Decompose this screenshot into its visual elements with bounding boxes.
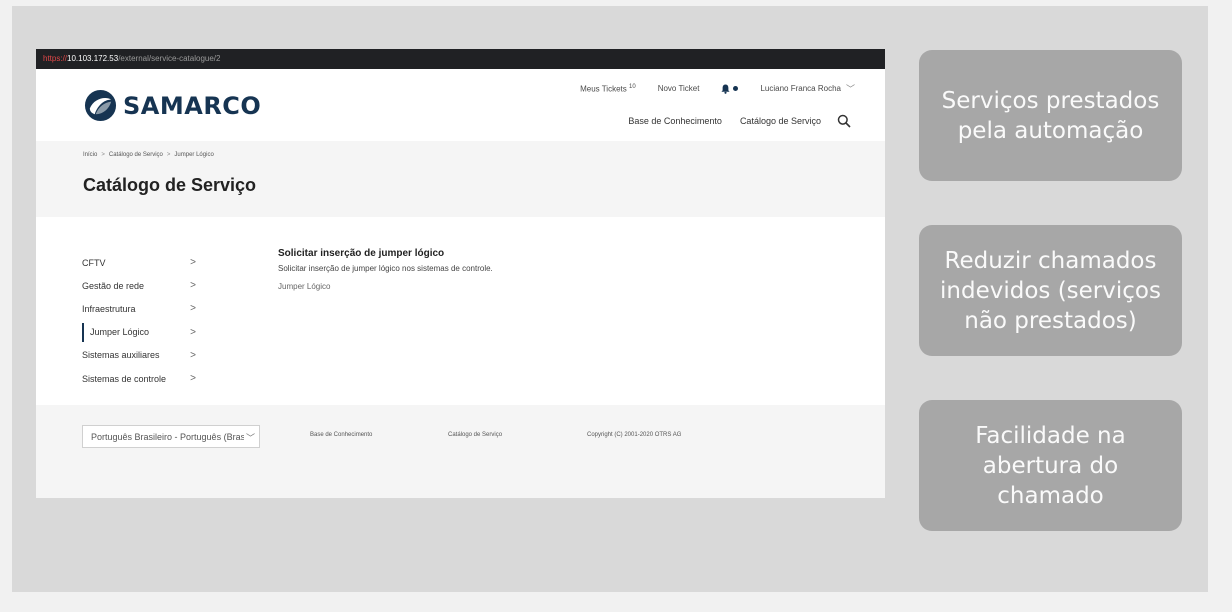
category-list: CFTV > Gestão de rede > Infraestrutura >…: [82, 251, 202, 390]
samarco-logo-icon: [84, 89, 117, 122]
service-title-link[interactable]: Solicitar inserção de jumper lógico: [278, 248, 493, 259]
category-item-sistemas-auxiliares[interactable]: Sistemas auxiliares >: [82, 344, 202, 367]
page-title: Catálogo de Serviço: [83, 175, 257, 195]
callout-facilidade-abertura: Facilidade na abertura do chamado: [919, 400, 1182, 531]
callout-servicos-prestados: Serviços prestados pela automação: [919, 50, 1182, 181]
breadcrumb-current: Jumper Lógico: [174, 152, 214, 158]
site-header: SAMARCO Meus Tickets 10 Novo Ticket Luci…: [36, 69, 885, 141]
category-label: Sistemas de controle: [82, 373, 167, 384]
user-menu[interactable]: Luciano Franca Rocha ﹀: [760, 82, 855, 95]
category-item-infraestrutura[interactable]: Infraestrutura >: [82, 297, 202, 320]
category-label: Gestão de rede: [82, 280, 145, 291]
catalog-content: CFTV > Gestão de rede > Infraestrutura >…: [36, 217, 885, 405]
search-icon[interactable]: [837, 114, 851, 128]
category-label: Infraestrutura: [82, 303, 136, 314]
chevron-down-icon: ﹀: [243, 431, 255, 444]
category-label: CFTV: [82, 257, 106, 268]
my-tickets-count: 10: [629, 83, 636, 90]
category-label: Sistemas auxiliares: [82, 350, 160, 361]
my-tickets-link[interactable]: Meus Tickets 10: [580, 84, 636, 94]
chevron-right-icon: >: [190, 257, 196, 269]
user-name: Luciano Franca Rocha: [760, 84, 841, 93]
notifications-button[interactable]: [721, 84, 739, 94]
address-bar[interactable]: https://10.103.172.53/external/service-c…: [36, 49, 885, 69]
url-host: 10.103.172.53: [67, 54, 119, 63]
top-navigation: Meus Tickets 10 Novo Ticket Luciano Fran…: [558, 82, 855, 95]
breadcrumb-separator: >: [101, 152, 105, 158]
footer-knowledge-base-link[interactable]: Base de Conhecimento: [310, 432, 372, 438]
url-protocol: https://: [43, 54, 68, 63]
url-path: /external/service-catalogue/2: [118, 54, 221, 63]
service-catalog-link[interactable]: Catálogo de Serviço: [740, 116, 821, 126]
chevron-right-icon: >: [190, 349, 196, 361]
chevron-right-icon: >: [190, 326, 196, 338]
knowledge-base-link[interactable]: Base de Conhecimento: [628, 116, 722, 126]
main-navigation: Base de Conhecimento Catálogo de Serviço: [610, 114, 851, 128]
footer-copyright: Copyright (C) 2001-2020 OTRS AG: [587, 432, 682, 438]
breadcrumb-separator: >: [166, 152, 171, 158]
category-item-cftv[interactable]: CFTV >: [82, 251, 202, 274]
category-item-sistemas-de-controle[interactable]: Sistemas de controle >: [82, 367, 202, 390]
site-footer: Português Brasileiro - Português (Brasil…: [36, 405, 885, 498]
language-select[interactable]: Português Brasileiro - Português (Brasil…: [82, 425, 260, 448]
footer-service-catalog-link[interactable]: Catálogo de Serviço: [448, 432, 502, 438]
service-description: Solicitar inserção de jumper lógico nos …: [278, 264, 493, 273]
chevron-down-icon: ﹀: [845, 84, 855, 94]
category-item-gestao-de-rede[interactable]: Gestão de rede >: [82, 274, 202, 297]
breadcrumb: Início > Catálogo de Serviço > Jumper Lógico: [83, 152, 214, 158]
category-item-jumper-logico[interactable]: Jumper Lógico >: [82, 321, 202, 344]
my-tickets-label: Meus Tickets: [580, 84, 627, 94]
language-value: Português Brasileiro - Português (Brasil…: [91, 431, 253, 442]
logo-text: SAMARCO: [123, 91, 262, 120]
breadcrumb-service-catalog[interactable]: Catálogo de Serviço: [109, 152, 163, 158]
bell-icon: [721, 84, 731, 94]
chevron-right-icon: >: [190, 303, 196, 315]
category-label: Jumper Lógico: [90, 327, 150, 338]
page-title-bar: Início > Catálogo de Serviço > Jumper Lógico…: [36, 141, 885, 217]
chevron-right-icon: >: [190, 373, 196, 385]
chevron-right-icon: >: [190, 280, 196, 292]
service-category-link[interactable]: Jumper Lógico: [278, 282, 493, 291]
portal-screenshot: https://10.103.172.53/external/service-c…: [36, 49, 885, 498]
service-entry: Solicitar inserção de jumper lógico Soli…: [278, 248, 493, 291]
callout-reduzir-chamados: Reduzir chamados indevidos (serviços não…: [919, 225, 1182, 356]
breadcrumb-home[interactable]: Início: [83, 152, 97, 158]
new-ticket-link[interactable]: Novo Ticket: [658, 84, 700, 93]
samarco-logo[interactable]: SAMARCO: [84, 89, 261, 122]
notification-dot: [733, 86, 739, 91]
